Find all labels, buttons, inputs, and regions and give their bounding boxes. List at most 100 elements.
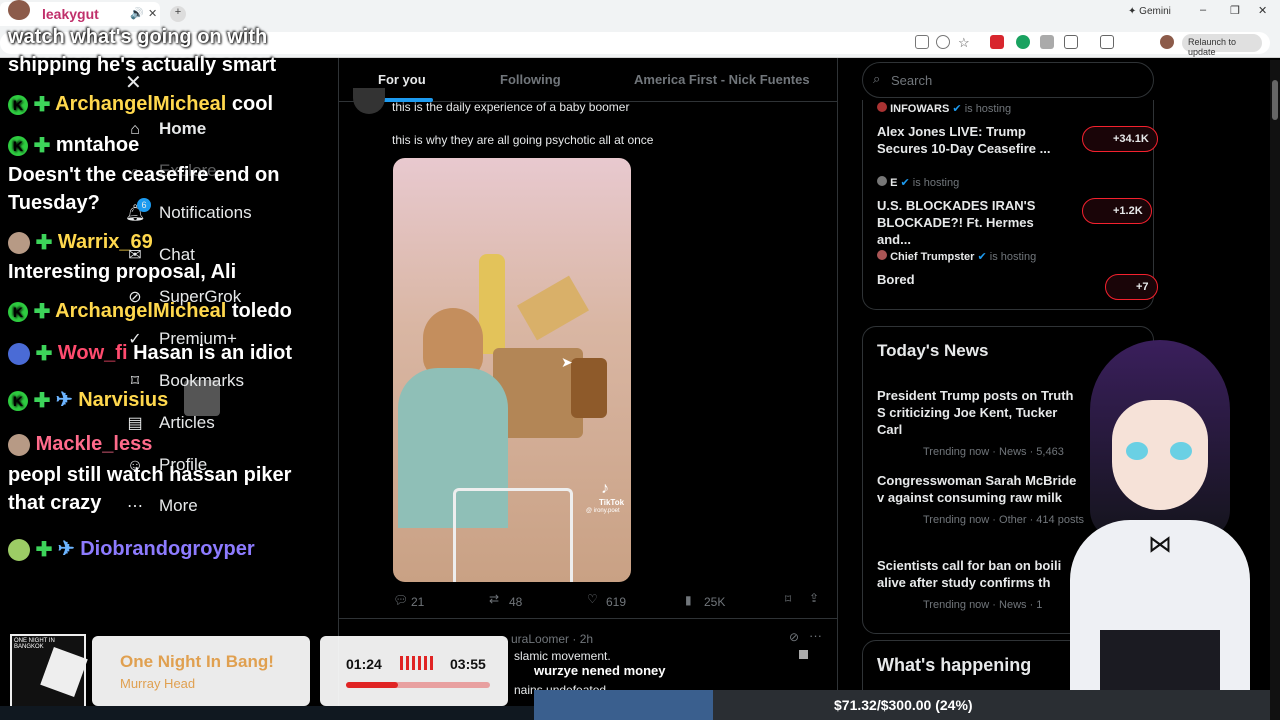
chat-username: Wow_fi — [57, 341, 128, 364]
bookmark-icon[interactable]: ⌑ — [785, 592, 791, 606]
listener-count[interactable]: +1.2K — [1082, 198, 1152, 224]
like-count: 619 — [606, 595, 627, 609]
live-spaces: INFOWARS ✔ is hosting Alex Jones LIVE: T… — [862, 100, 1158, 310]
profile-icon: ☺ — [126, 457, 144, 474]
gemini-button[interactable]: ✦ Gemini — [1128, 6, 1171, 17]
extension-red-icon[interactable] — [990, 35, 1004, 49]
minimize-button[interactable]: – — [1200, 4, 1206, 16]
nav-chat[interactable]: ✉ Chat — [125, 245, 195, 265]
puzzle-icon[interactable] — [1064, 35, 1078, 49]
star-icon[interactable]: ☆ — [958, 35, 972, 50]
share-icon[interactable]: ⇪ — [809, 591, 819, 605]
kick-badge-icon: K — [8, 301, 28, 322]
caption-marker-icon — [799, 650, 808, 659]
space-item[interactable]: E ✔ is hosting U.S. BLOCKADES IRAN'S BLO… — [877, 176, 1152, 248]
reply-count: 21 — [411, 595, 425, 609]
stream-caption: wurzye nened money — [534, 663, 666, 678]
post-text-line1: this is the daily experience of a baby b… — [392, 100, 630, 114]
maximize-button[interactable]: ❐ — [1230, 4, 1240, 17]
space-host: Chief Trumpster — [890, 251, 975, 263]
goal-text: $71.32/$300.00 (24%) — [834, 697, 973, 713]
space-title: U.S. BLOCKADES IRAN'S BLOCKADE?! Ft. Her… — [877, 198, 1036, 247]
plus-badge-icon: ✚ — [33, 301, 51, 323]
avatar-corset — [1100, 630, 1220, 690]
space-host: INFOWARS — [890, 103, 950, 115]
chat-username: Diobrandogroyper — [80, 538, 255, 560]
space-item[interactable]: Chief Trumpster ✔ is hosting Bored +7 — [877, 250, 1158, 300]
gemini-label: Gemini — [1139, 6, 1171, 17]
host-avatar — [877, 176, 887, 186]
next-author-name: uraLoomer — [511, 632, 570, 646]
chat-username: ArchangelMicheal — [55, 92, 227, 115]
sidepanel-icon[interactable] — [1100, 35, 1114, 49]
elapsed-time: 01:24 — [346, 656, 382, 672]
progress-fill — [346, 682, 398, 688]
chat-line: K ✚ mntahoe — [8, 133, 139, 158]
x-logo-icon[interactable]: ✕ — [125, 70, 142, 95]
scrollbar[interactable] — [1270, 60, 1280, 720]
chat-message: Tuesday? — [8, 192, 100, 214]
nav-explore[interactable]: ⌕ Explore — [125, 161, 217, 181]
search-icon: ⌕ — [130, 163, 140, 180]
more-options-icon[interactable]: ··· — [809, 628, 822, 643]
search-icon: ⌕ — [873, 71, 881, 86]
sword-badge-icon: ✈ — [55, 389, 73, 411]
space-item[interactable]: INFOWARS ✔ is hosting Alex Jones LIVE: T… — [877, 102, 1158, 157]
tab-for-you[interactable]: For you — [378, 72, 426, 87]
search-input[interactable]: ⌕ Search — [862, 62, 1154, 98]
chat-message: that crazy — [8, 492, 102, 514]
verified-icon: ✔ — [900, 177, 910, 189]
repost-count: 48 — [509, 595, 523, 609]
extension-green-icon[interactable] — [1016, 35, 1030, 49]
album-art-shape — [40, 647, 88, 697]
grok-icon[interactable]: ⊘ — [789, 630, 799, 644]
listener-count[interactable]: +34.1K — [1082, 126, 1158, 152]
progress-track — [346, 682, 490, 688]
nav-profile[interactable]: ☺ Profile — [125, 455, 207, 475]
tab-america-first[interactable]: America First - Nick Fuentes — [634, 72, 810, 87]
avatar-bow-icon: ⋈ — [1148, 531, 1172, 558]
next-post-author[interactable]: uraLoomer · 2h — [511, 632, 593, 646]
song-title: One Night In Bang! — [120, 652, 274, 671]
avatar-eye-left — [1126, 442, 1148, 460]
relaunch-button[interactable]: Relaunch to update — [1182, 34, 1262, 57]
nav-more[interactable]: ⋯ More — [125, 496, 198, 516]
main-feed: For you Following America First - Nick F… — [338, 58, 838, 720]
cart — [453, 488, 573, 582]
plus-badge-icon: ✚ — [33, 390, 51, 413]
repost-icon[interactable]: ⇄ — [489, 592, 499, 606]
profile-avatar[interactable] — [1160, 35, 1174, 49]
views-icon[interactable]: ▮ — [685, 593, 692, 607]
install-icon[interactable] — [915, 35, 929, 49]
chat-avatar — [8, 538, 30, 561]
zoom-icon[interactable] — [936, 35, 950, 49]
post-divider — [339, 618, 837, 619]
goal-fill — [534, 690, 714, 720]
listener-count[interactable]: +7 — [1105, 274, 1158, 300]
chat-message: shipping he's actually smart — [8, 54, 277, 76]
post-avatar[interactable] — [353, 88, 385, 114]
space-host: E — [890, 177, 898, 189]
next-post-time: · 2h — [572, 632, 594, 646]
post-video[interactable]: ♪ TikTok @ irony.poet — [393, 158, 631, 582]
nav-home[interactable]: ⌂ Home — [125, 119, 206, 139]
plus-badge-icon: ✚ — [33, 135, 51, 157]
nav-bookmarks[interactable]: ⌑ Bookmarks — [125, 371, 244, 391]
nav-articles[interactable]: ▤ Articles — [125, 413, 214, 433]
host-avatar — [877, 250, 887, 260]
tab-following[interactable]: Following — [500, 72, 561, 87]
like-icon[interactable]: ♡ — [587, 592, 598, 606]
more-circle-icon: ⋯ — [127, 498, 143, 515]
now-playing: One Night In Bang! Murray Head — [92, 636, 310, 706]
close-window-button[interactable]: ✕ — [1258, 4, 1267, 17]
reply-icon[interactable]: 💬︎ — [393, 593, 408, 607]
views-count: 25K — [704, 595, 726, 609]
kick-badge-icon: K — [8, 390, 28, 411]
scrollbar-thumb[interactable] — [1272, 80, 1278, 120]
nav-supergrok[interactable]: ⊘ SuperGrok — [125, 287, 241, 307]
nav-premium[interactable]: ✓ Premium+ — [125, 329, 237, 349]
extension-gray-icon[interactable] — [1040, 35, 1054, 49]
vtuber-avatar: ⋈ — [1030, 330, 1270, 690]
plus-badge-icon: ✚ — [35, 539, 53, 562]
verified-icon: ✔ — [952, 103, 962, 115]
